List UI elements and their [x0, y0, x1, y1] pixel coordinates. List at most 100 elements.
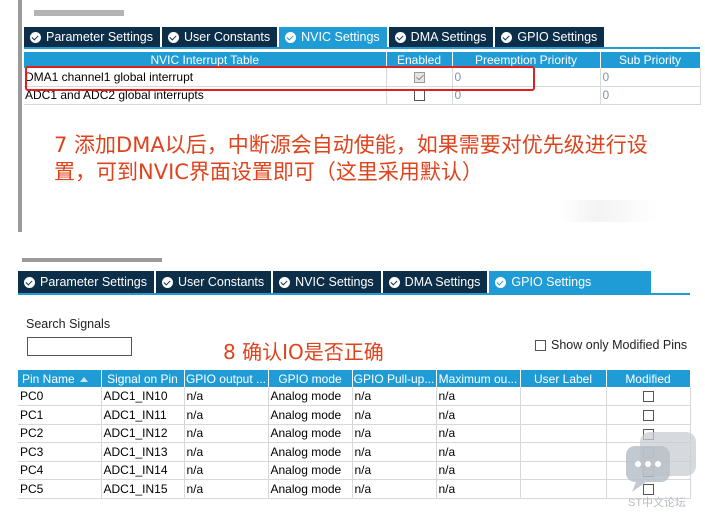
user-label-cell[interactable]: [520, 442, 607, 462]
user-label-cell[interactable]: [520, 405, 607, 425]
column-header-signal-on-pin[interactable]: Signal on Pin: [101, 370, 185, 387]
pin-name-cell: PC5: [18, 479, 102, 499]
user-label-cell[interactable]: [520, 387, 607, 406]
search-signals-input[interactable]: [27, 337, 132, 356]
modified-checkbox[interactable]: [642, 391, 654, 403]
gpio-pin-table: Pin Name Signal on Pin GPIO output ... G…: [18, 370, 691, 499]
enabled-checkbox[interactable]: [414, 90, 425, 102]
gpio-output-cell: n/a: [184, 405, 269, 425]
tab-parameter-settings[interactable]: Parameter Settings: [18, 271, 156, 293]
sub-priority-cell[interactable]: 0: [600, 86, 701, 105]
gpio-output-cell: n/a: [184, 387, 269, 406]
signal-cell: ADC1_IN14: [101, 461, 185, 480]
column-header-pin-name[interactable]: Pin Name: [18, 370, 102, 387]
image-glare: [558, 200, 658, 222]
table-row[interactable]: PC1 ADC1_IN11 n/a Analog mode n/a n/a: [18, 405, 691, 425]
show-modified-pins-toggle[interactable]: Show only Modified Pins: [535, 338, 687, 352]
table-row[interactable]: PC3 ADC1_IN13 n/a Analog mode n/a n/a: [18, 442, 691, 462]
gpio-output-cell: n/a: [184, 424, 269, 443]
check-circle-icon: [285, 31, 297, 43]
modified-checkbox[interactable]: [642, 410, 654, 422]
tab-gpio-settings[interactable]: GPIO Settings: [489, 271, 654, 293]
gpio-mode-cell: Analog mode: [268, 424, 353, 443]
max-output-speed-cell: n/a: [436, 479, 521, 499]
max-output-speed-cell: n/a: [436, 442, 521, 462]
column-header-gpio-mode[interactable]: GPIO mode: [268, 370, 353, 387]
column-header-sub-priority[interactable]: Sub Priority: [600, 52, 701, 68]
tab-label: User Constants: [178, 275, 265, 289]
gpio-settings-panel: Parameter Settings User Constants NVIC S…: [18, 255, 698, 516]
sub-priority-cell[interactable]: 0: [600, 68, 701, 87]
tab-parameter-settings[interactable]: Parameter Settings: [24, 27, 162, 47]
user-label-cell[interactable]: [520, 479, 607, 499]
annotation-line: 7 添加DMA以后，中断源会自动使能，如果需要对优先级进行设: [54, 133, 648, 157]
column-header-maximum-output-speed[interactable]: Maximum ou...: [436, 370, 521, 387]
signal-cell: ADC1_IN10: [101, 387, 185, 406]
tab-label: DMA Settings: [404, 275, 481, 289]
table-row[interactable]: PC4 ADC1_IN14 n/a Analog mode n/a n/a: [18, 461, 691, 480]
gpio-output-cell: n/a: [184, 461, 269, 480]
check-circle-icon: [30, 31, 41, 43]
signal-cell: ADC1_IN12: [101, 424, 185, 443]
annotation-note-7: 7 添加DMA以后，中断源会自动使能，如果需要对优先级进行设 置，可到NVIC界…: [54, 132, 704, 186]
pin-name-cell: PC3: [18, 442, 102, 462]
tab-label: DMA Settings: [410, 30, 487, 44]
pin-name-cell: PC0: [18, 387, 102, 406]
tab-label: GPIO Settings: [511, 275, 592, 289]
check-circle-icon: [501, 31, 513, 43]
show-modified-pins-checkbox[interactable]: [535, 339, 546, 351]
tab-label: GPIO Settings: [517, 30, 598, 44]
pin-name-cell: PC1: [18, 405, 102, 425]
max-output-speed-cell: n/a: [436, 424, 521, 443]
annotation-note-8: 8 确认IO是否正确: [223, 340, 384, 364]
panel-header-fragment: [34, 10, 124, 16]
table-row[interactable]: PC2 ADC1_IN12 n/a Analog mode n/a n/a: [18, 424, 691, 443]
user-label-cell[interactable]: [520, 424, 607, 443]
gpio-mode-cell: Analog mode: [268, 387, 353, 406]
column-header-gpio-output[interactable]: GPIO output ...: [184, 370, 269, 387]
check-circle-icon: [162, 276, 173, 288]
gpio-pull-cell: n/a: [352, 461, 437, 480]
check-circle-icon: [388, 276, 400, 288]
user-label-cell[interactable]: [520, 461, 607, 480]
check-circle-icon: [495, 276, 507, 288]
panel-left-border: [18, 0, 22, 232]
gpio-mode-cell: Analog mode: [268, 479, 353, 499]
gpio-output-cell: n/a: [184, 442, 269, 462]
tab-nvic-settings[interactable]: NVIC Settings: [273, 271, 383, 293]
tab-user-constants[interactable]: User Constants: [156, 271, 274, 293]
tab-label: Parameter Settings: [40, 275, 147, 289]
table-row[interactable]: PC0 ADC1_IN10 n/a Analog mode n/a n/a: [18, 387, 691, 406]
column-header-label: Pin Name: [22, 371, 75, 386]
signal-cell: ADC1_IN15: [101, 479, 185, 499]
show-modified-pins-label: Show only Modified Pins: [551, 338, 688, 352]
tab-label: NVIC Settings: [301, 30, 380, 44]
sort-ascending-icon: [79, 376, 88, 382]
tab-gpio-settings[interactable]: GPIO Settings: [495, 27, 607, 47]
pin-name-cell: PC2: [18, 424, 102, 443]
gpio-pull-cell: n/a: [352, 442, 437, 462]
table-row[interactable]: PC5 ADC1_IN15 n/a Analog mode n/a n/a: [18, 479, 691, 499]
tab-dma-settings[interactable]: DMA Settings: [382, 271, 490, 293]
gpio-pull-cell: n/a: [352, 479, 437, 499]
column-header-modified[interactable]: Modified: [606, 370, 691, 387]
gpio-pull-cell: n/a: [352, 405, 437, 425]
max-output-speed-cell: n/a: [436, 387, 521, 406]
tab-nvic-settings[interactable]: NVIC Settings: [279, 27, 389, 47]
max-output-speed-cell: n/a: [436, 461, 521, 480]
column-header-gpio-pull[interactable]: GPIO Pull-up...: [352, 370, 437, 387]
check-circle-icon: [279, 276, 291, 288]
tab-user-constants[interactable]: User Constants: [162, 27, 280, 47]
column-header-user-label[interactable]: User Label: [520, 370, 607, 387]
config-tabbar: Parameter Settings User Constants NVIC S…: [18, 271, 654, 293]
gpio-mode-cell: Analog mode: [268, 442, 353, 462]
gpio-mode-cell: Analog mode: [268, 461, 353, 480]
watermark-text: ST中文论坛: [628, 497, 687, 509]
pin-name-cell: PC4: [18, 461, 102, 480]
config-tabbar: Parameter Settings User Constants NVIC S…: [24, 27, 607, 47]
tab-dma-settings[interactable]: DMA Settings: [388, 27, 496, 47]
panel-header-fragment: [22, 258, 162, 262]
gpio-output-cell: n/a: [184, 479, 269, 499]
modified-cell: [606, 387, 691, 406]
tab-underline: [18, 293, 690, 295]
